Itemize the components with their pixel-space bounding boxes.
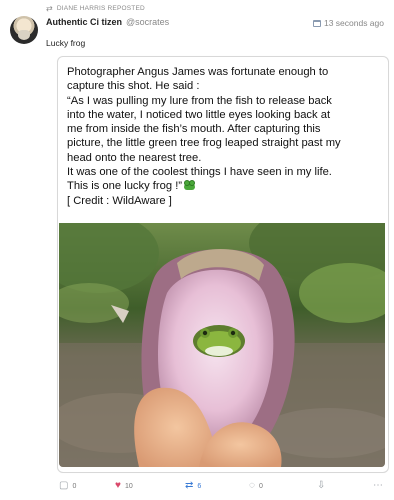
- post-card[interactable]: Photographer Angus James was fortunate e…: [57, 56, 389, 473]
- more-icon: ⋯: [373, 480, 383, 491]
- repost-banner: ⇄ DIANE HARRIS REPOSTED: [46, 3, 145, 13]
- post-body: Photographer Angus James was fortunate e…: [67, 65, 382, 208]
- post-line: “As I was pulling my lure from the fish …: [67, 94, 332, 107]
- post-line: Photographer Angus James was fortunate e…: [67, 66, 329, 78]
- like-count: 10: [124, 482, 133, 490]
- post-title: Lucky frog: [46, 38, 86, 48]
- post-line: me from inside the fish’s mouth. After c…: [67, 123, 321, 136]
- comment-icon: ▢: [59, 480, 69, 491]
- more-button[interactable]: ⋯: [373, 481, 383, 491]
- author-handle[interactable]: @socrates: [126, 17, 169, 27]
- comment-count: 0: [72, 482, 77, 490]
- heart-icon: ♥: [115, 480, 121, 491]
- share-icon: ⇩: [317, 480, 326, 491]
- post-line: [ Credit : WildAware ]: [67, 194, 172, 207]
- quote-button[interactable]: ◌ 0: [249, 481, 263, 491]
- quote-icon: ◌: [249, 480, 255, 491]
- post-line: It was one of the coolest things I have …: [67, 166, 332, 179]
- calendar-icon: [312, 19, 321, 27]
- author-name[interactable]: Authentic Ci tizen: [46, 17, 122, 27]
- post-line-with-emoji: This is one lucky frog !”: [67, 179, 382, 193]
- post-line: This is one lucky frog !”: [67, 180, 183, 193]
- post-line: head onto the nearest tree.: [67, 151, 202, 164]
- repost-label: DIANE HARRIS REPOSTED: [56, 5, 145, 12]
- repost-button[interactable]: ⇄ 6: [185, 481, 201, 491]
- like-button[interactable]: ♥ 10: [115, 481, 133, 491]
- action-bar: ▢ 0 ♥ 10 ⇄ 6 ◌ 0 ⇩ ⋯: [57, 478, 387, 496]
- frog-emoji-icon: [184, 180, 196, 191]
- repost-icon: ⇄: [46, 3, 53, 13]
- repost-icon: ⇄: [185, 480, 194, 491]
- frog-in-fish-mouth-image: [59, 223, 385, 467]
- repost-count: 6: [197, 482, 202, 490]
- avatar[interactable]: [10, 16, 38, 44]
- comment-button[interactable]: ▢ 0: [59, 481, 76, 491]
- author-line: Authentic Ci tizen @socrates: [46, 17, 169, 27]
- post-photo[interactable]: [59, 223, 385, 467]
- post-line: capture this shot. He said :: [67, 80, 200, 93]
- share-button[interactable]: ⇩: [317, 481, 325, 491]
- timestamp[interactable]: 13 seconds ago: [312, 18, 384, 28]
- post-line: picture, the little green tree frog leap…: [67, 137, 341, 150]
- quote-count: 0: [258, 482, 263, 490]
- timestamp-text: 13 seconds ago: [323, 18, 384, 28]
- post-line: into the water, I noticed two little eye…: [67, 108, 331, 121]
